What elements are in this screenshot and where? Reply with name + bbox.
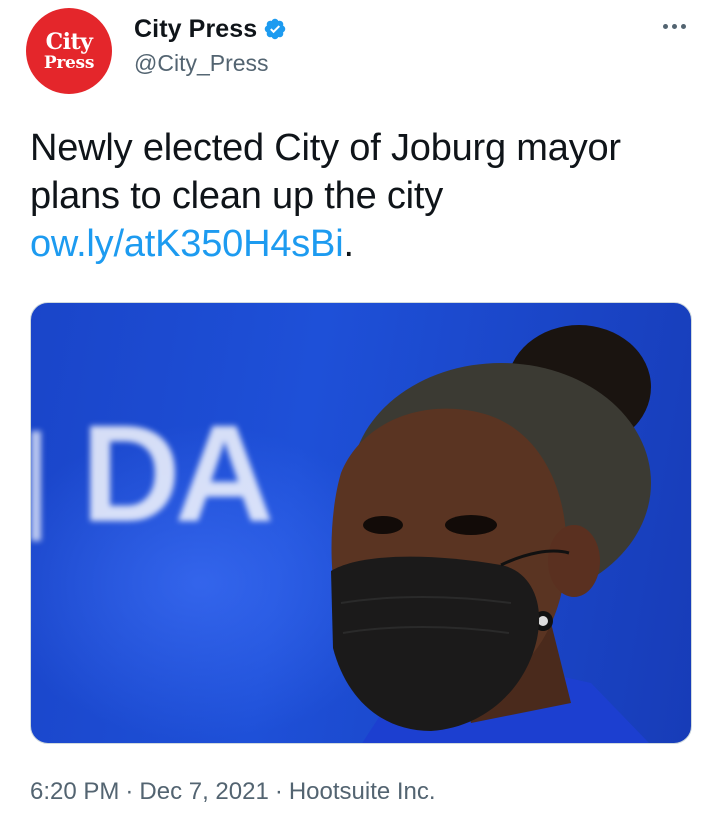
tweet-text: Newly elected City of Joburg mayor plans…	[30, 124, 700, 268]
tweet-time[interactable]: 6:20 PM	[30, 778, 119, 805]
dot	[662, 23, 668, 29]
more-options-icon[interactable]	[654, 14, 694, 38]
avatar[interactable]: City Press	[26, 8, 112, 94]
avatar-logo-line2: Press	[43, 52, 95, 73]
tweet-link[interactable]: ow.ly/atK350H4sBi	[30, 223, 344, 265]
separator-dot: ·	[125, 778, 134, 805]
photo-person-figure	[331, 325, 651, 743]
separator-dot: ·	[274, 778, 283, 805]
display-name-row: City Press	[134, 12, 287, 46]
tweet-body: Newly elected City of Joburg mayor plans…	[30, 127, 621, 217]
tweet-trailing: .	[343, 223, 354, 265]
tweet-photo[interactable]: DA	[30, 302, 692, 744]
tweet-source[interactable]: Hootsuite Inc.	[289, 778, 436, 805]
handle[interactable]: @City_Press	[134, 50, 287, 77]
verified-badge-icon	[265, 18, 286, 40]
tweet-metadata: 6:20 PM · Dec 7, 2021 · Hootsuite Inc.	[30, 778, 436, 806]
dot	[680, 23, 686, 29]
display-name[interactable]: City Press	[134, 15, 257, 44]
avatar-logo-line1: City	[45, 28, 93, 55]
tweet-date[interactable]: Dec 7, 2021	[139, 778, 268, 805]
dot	[671, 23, 677, 29]
account-names: City Press @City_Press	[134, 12, 287, 77]
tweet-card[interactable]: City Press City Press @City_Press Newly …	[0, 0, 720, 840]
